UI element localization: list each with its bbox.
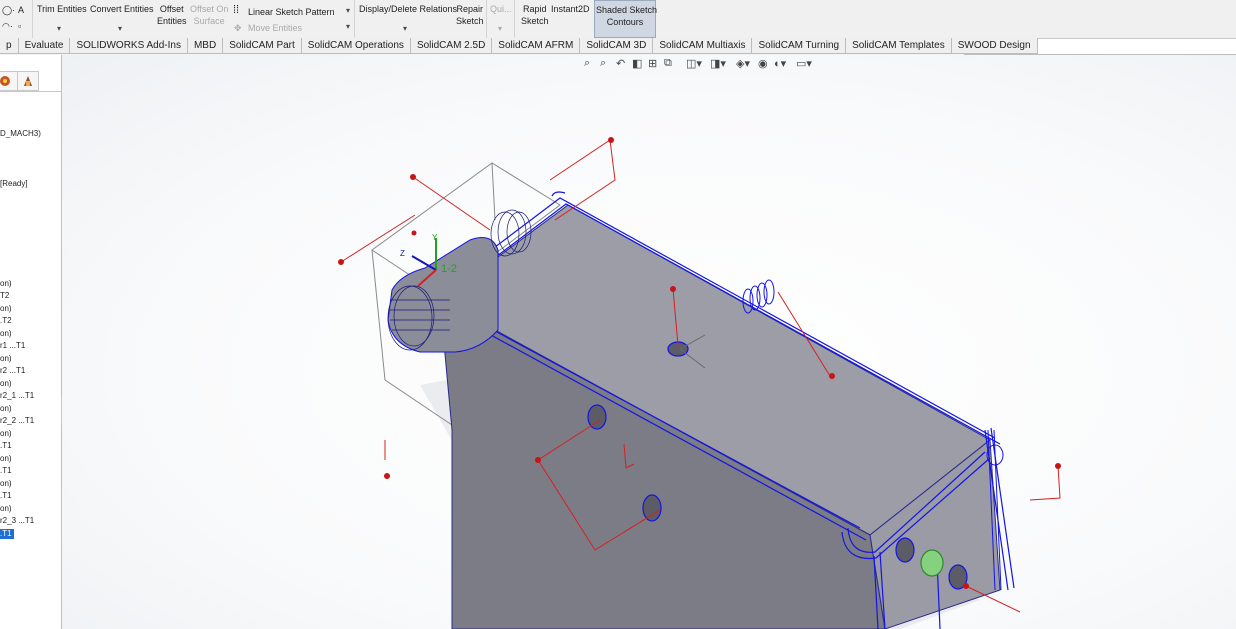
triad-y-label: Y — [432, 233, 438, 242]
triad-z-label: Z — [400, 249, 405, 258]
side-hole-1[interactable] — [587, 404, 607, 430]
sketch-number-label: 1-2 — [441, 263, 457, 275]
model-scene: Y Z 1-2 — [338, 137, 1061, 629]
side-hole-2[interactable] — [642, 494, 662, 522]
end-hole-1[interactable] — [895, 537, 915, 563]
end-hole-selected[interactable] — [920, 549, 944, 577]
